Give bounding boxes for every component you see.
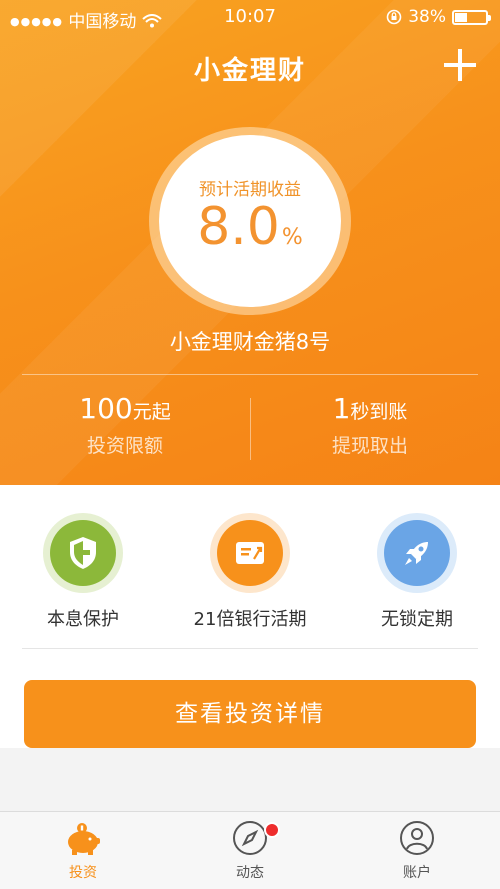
features-section: 本息保护 21倍银行活期 无锁定期 查看投资详情 [0,485,500,748]
rate-unit: % [281,225,303,250]
shield-icon [70,537,96,569]
rocket-icon [405,542,428,565]
battery-percent: 38% [408,7,446,27]
stat-caption: 投资限额 [86,435,163,457]
rate-circle: 预计活期收益 8.0% [159,135,341,307]
stat-caption: 提现取出 [331,435,408,457]
feature-icon-circle [217,520,283,586]
stat-unit: 秒到账 [350,401,408,423]
status-bar: ●●●●● 中国移动 10:07 38% [0,0,500,34]
notification-badge [264,822,280,838]
page-title: 小金理财 [193,56,306,86]
rotation-lock-icon [386,9,402,25]
feature-no-lockup: 无锁定期 [334,513,500,631]
piggy-bank-icon [68,823,100,855]
rate-value: 8.0 [197,197,280,257]
stat-withdrawal: 1秒到账 提现取出 [245,392,495,458]
feature-icon-halo [377,513,457,593]
hero-divider [22,374,478,375]
tab-invest[interactable]: 投资 [0,820,166,882]
feature-label: 21倍银行活期 [193,609,307,630]
feature-icon-halo [210,513,290,593]
feature-icon-circle [50,520,116,586]
feature-bank-rate: 21倍银行活期 [167,513,333,631]
section-divider [22,648,478,649]
feature-principal-protection: 本息保护 [0,513,166,631]
stat-min-investment: 100元起 投资限额 [0,392,250,458]
feature-icon-circle [384,520,450,586]
tab-activity[interactable]: 动态 [167,820,333,882]
stat-value: 1 [332,392,351,425]
add-button[interactable] [444,49,476,81]
tab-label: 账户 [403,865,431,881]
tab-account[interactable]: 账户 [334,820,500,882]
battery-icon [452,9,491,25]
feature-label: 本息保护 [47,609,119,630]
feature-label: 无锁定期 [381,609,453,630]
feature-icon-halo [43,513,123,593]
transfer-card-icon [236,542,264,564]
product-name: 小金理财金猪8号 [169,330,331,354]
tab-bar: 投资 动态 账户 [0,811,500,889]
compass-icon [233,821,267,855]
tab-label: 投资 [69,865,97,881]
tab-label: 动态 [236,865,264,881]
stat-value: 100 [79,392,133,425]
stat-unit: 元起 [132,401,171,423]
user-icon [400,821,434,855]
rate-display: 8.0% [159,197,341,257]
battery-area: 38% [386,7,491,27]
view-details-button[interactable]: 查看投资详情 [24,680,476,748]
hero-banner: ●●●●● 中国移动 10:07 38% 小金理财 预计活期收益 8.0% 小金… [0,0,500,485]
